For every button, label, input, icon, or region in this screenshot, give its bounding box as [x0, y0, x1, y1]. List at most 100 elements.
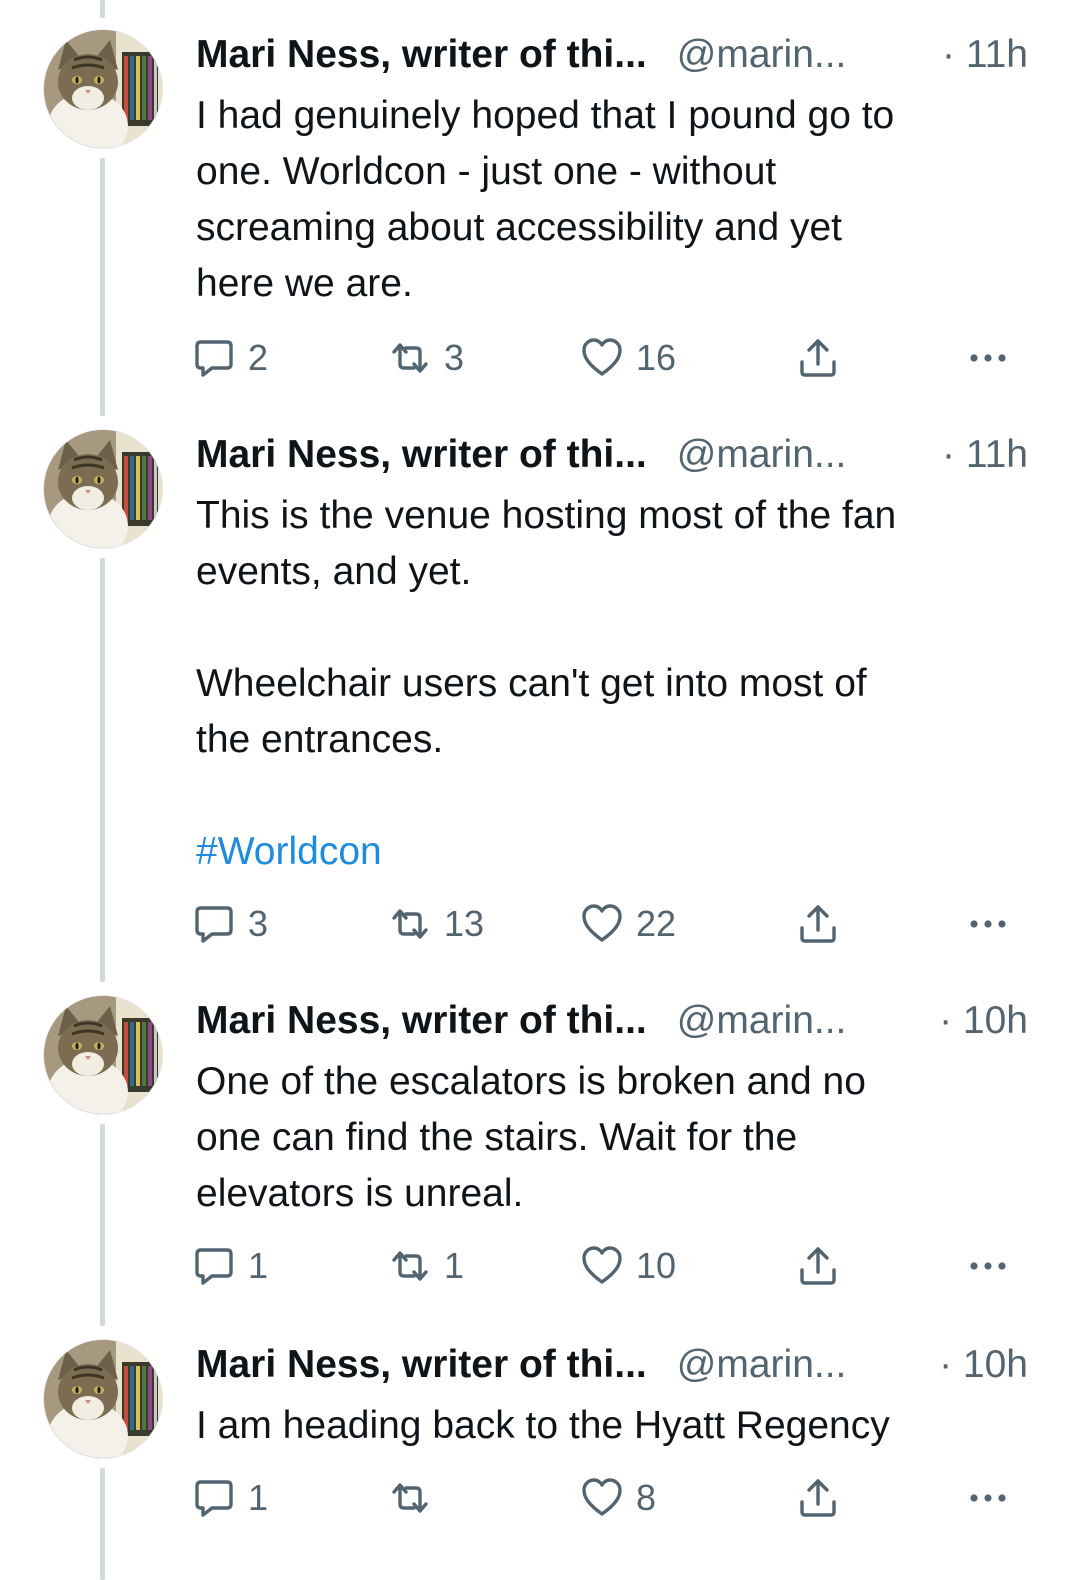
hashtag-link[interactable]: #Worldcon — [196, 830, 382, 873]
timestamp[interactable]: · 11h — [942, 433, 1028, 477]
reply-icon — [192, 336, 236, 380]
tweet[interactable]: Mari Ness, writer of thi... @marin... · … — [0, 996, 1080, 1296]
text-line: one can find the stairs. Wait for the — [196, 1116, 798, 1159]
avatar[interactable] — [44, 1340, 162, 1458]
text-line: one. Worldcon - just one - without — [196, 150, 777, 193]
text-line: I am heading back to the Hyatt Regency — [196, 1404, 890, 1447]
reply-count: 1 — [248, 1245, 269, 1286]
text-line: here we are. — [196, 262, 413, 305]
text-line: One of the escalators is broken and no — [196, 1060, 866, 1103]
retweet-count: 3 — [444, 337, 465, 378]
text-line: Wheelchair users can't get into most of — [196, 662, 867, 705]
share-button[interactable] — [796, 900, 840, 948]
text-line: the entrances. — [196, 718, 444, 761]
author-name[interactable]: Mari Ness, writer of thi... — [196, 433, 647, 477]
timestamp[interactable]: · 11h — [942, 33, 1028, 77]
more-icon — [966, 902, 1010, 946]
retweet-icon — [388, 902, 432, 946]
more-options-button[interactable] — [966, 900, 1010, 948]
like-count: 8 — [636, 1477, 657, 1518]
retweet-button[interactable] — [388, 1474, 444, 1522]
more-options-button[interactable] — [966, 1242, 1010, 1290]
cat-avatar-image — [44, 1340, 162, 1458]
share-icon — [796, 1476, 840, 1520]
tweet-actions: 1 1 10 — [0, 1242, 1080, 1290]
heart-icon — [580, 1244, 624, 1288]
share-button[interactable] — [796, 1474, 840, 1522]
reply-button[interactable]: 2 — [192, 334, 268, 382]
cat-avatar-image — [44, 430, 162, 548]
like-count: 16 — [636, 337, 677, 378]
retweet-icon — [388, 1244, 432, 1288]
thread-line — [100, 0, 105, 18]
tweet-header: Mari Ness, writer of thi... @marin... · … — [196, 30, 1028, 80]
share-icon — [796, 336, 840, 380]
author-name[interactable]: Mari Ness, writer of thi... — [196, 999, 647, 1043]
reply-count: 3 — [248, 903, 269, 944]
cat-avatar-image — [44, 30, 162, 148]
heart-icon — [580, 1476, 624, 1520]
like-count: 10 — [636, 1245, 677, 1286]
tweet-actions: 2 3 16 — [0, 334, 1080, 382]
reply-button[interactable]: 1 — [192, 1474, 268, 1522]
timestamp[interactable]: · 10h — [939, 999, 1028, 1043]
author-handle[interactable]: @marin... — [677, 999, 847, 1043]
tweet-header: Mari Ness, writer of thi... @marin... · … — [196, 996, 1028, 1046]
like-button[interactable]: 16 — [580, 334, 676, 382]
tweet-actions: 3 13 22 — [0, 900, 1080, 948]
reply-icon — [192, 1244, 236, 1288]
reply-button[interactable]: 1 — [192, 1242, 268, 1290]
tweet-text: I am heading back to the Hyatt Regency — [196, 1398, 1036, 1454]
tweet[interactable]: Mari Ness, writer of thi... @marin... · … — [0, 1340, 1080, 1540]
author-name[interactable]: Mari Ness, writer of thi... — [196, 33, 647, 77]
author-name[interactable]: Mari Ness, writer of thi... — [196, 1343, 647, 1387]
like-count: 22 — [636, 903, 677, 944]
share-button[interactable] — [796, 1242, 840, 1290]
tweet[interactable]: Mari Ness, writer of thi... @marin... · … — [0, 30, 1080, 390]
heart-icon — [580, 336, 624, 380]
author-handle[interactable]: @marin... — [677, 33, 847, 77]
text-line: I had genuinely hoped that I pound go to — [196, 94, 895, 137]
cat-avatar-image — [44, 996, 162, 1114]
more-options-button[interactable] — [966, 1474, 1010, 1522]
tweet-actions: 1 8 — [0, 1474, 1080, 1522]
tweet-text: One of the escalators is broken and no o… — [196, 1054, 1036, 1222]
reply-count: 2 — [248, 337, 269, 378]
like-button[interactable]: 22 — [580, 900, 676, 948]
author-handle[interactable]: @marin... — [677, 1343, 847, 1387]
retweet-button[interactable]: 13 — [388, 900, 484, 948]
retweet-icon — [388, 1476, 432, 1520]
tweet-text: This is the venue hosting most of the fa… — [196, 488, 1036, 880]
tweet-text: I had genuinely hoped that I pound go to… — [196, 88, 1036, 312]
text-spacer — [196, 600, 1036, 656]
retweet-button[interactable]: 1 — [388, 1242, 464, 1290]
share-icon — [796, 902, 840, 946]
reply-button[interactable]: 3 — [192, 900, 268, 948]
avatar[interactable] — [44, 996, 162, 1114]
reply-icon — [192, 902, 236, 946]
avatar[interactable] — [44, 430, 162, 548]
retweet-count: 1 — [444, 1245, 465, 1286]
timestamp[interactable]: · 10h — [939, 1343, 1028, 1387]
retweet-button[interactable]: 3 — [388, 334, 464, 382]
tweet-header: Mari Ness, writer of thi... @marin... · … — [196, 430, 1028, 480]
share-icon — [796, 1244, 840, 1288]
text-line: This is the venue hosting most of the fa… — [196, 494, 897, 537]
retweet-icon — [388, 336, 432, 380]
reply-count: 1 — [248, 1477, 269, 1518]
tweet[interactable]: Mari Ness, writer of thi... @marin... · … — [0, 430, 1080, 950]
text-spacer — [196, 768, 1036, 824]
text-line: events, and yet. — [196, 550, 472, 593]
text-line: elevators is unreal. — [196, 1172, 524, 1215]
reply-icon — [192, 1476, 236, 1520]
text-line: screaming about accessibility and yet — [196, 206, 842, 249]
share-button[interactable] — [796, 334, 840, 382]
like-button[interactable]: 10 — [580, 1242, 676, 1290]
like-button[interactable]: 8 — [580, 1474, 656, 1522]
author-handle[interactable]: @marin... — [677, 433, 847, 477]
more-icon — [966, 1244, 1010, 1288]
retweet-count: 13 — [444, 903, 485, 944]
more-icon — [966, 1476, 1010, 1520]
more-options-button[interactable] — [966, 334, 1010, 382]
avatar[interactable] — [44, 30, 162, 148]
